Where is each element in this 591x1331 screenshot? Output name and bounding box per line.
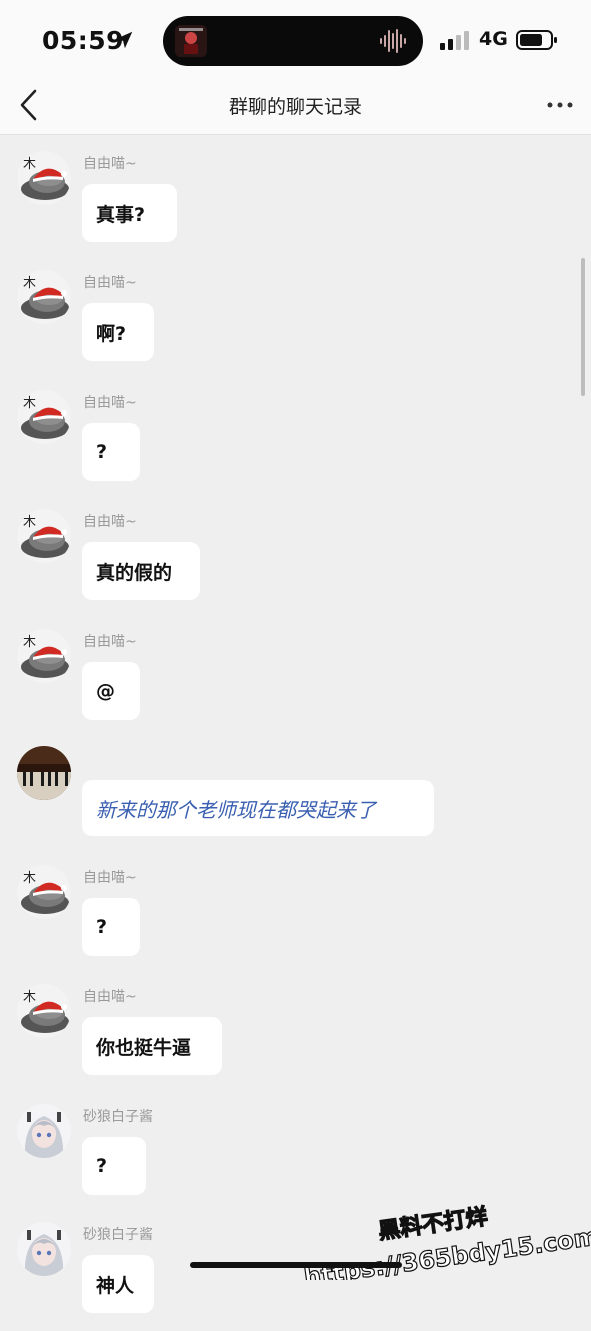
avatar[interactable]	[17, 629, 71, 683]
album-art-icon	[175, 25, 207, 57]
status-time: 05:59	[42, 26, 125, 55]
home-indicator[interactable]	[190, 1262, 402, 1268]
sender-name: 自由喵~	[83, 634, 137, 650]
sender-name: 自由喵~	[83, 870, 137, 886]
sender-name: 自由喵~	[83, 395, 137, 411]
message-bubble[interactable]: ?	[82, 898, 140, 956]
message-row: 自由喵~ 你也挺牛逼	[0, 983, 591, 1093]
avatar[interactable]	[17, 390, 71, 444]
avatar[interactable]	[17, 746, 71, 800]
sender-name: 自由喵~	[83, 275, 137, 291]
watermark-line1: 黑料不打烊	[377, 1204, 490, 1245]
sender-name: 砂狼白子酱	[83, 1109, 153, 1125]
message-row: 自由喵~ 真事?	[0, 150, 591, 260]
message-row: 自由喵~?	[0, 389, 591, 499]
message-row: 自由喵~?	[0, 864, 591, 974]
message-bubble[interactable]: 真事?	[82, 184, 177, 242]
message-bubble[interactable]: 新来的那个老师现在都哭起来了	[82, 780, 434, 836]
avatar[interactable]	[17, 1104, 71, 1158]
avatar[interactable]	[17, 509, 71, 563]
avatar[interactable]	[17, 1222, 71, 1276]
audio-waveform-icon	[380, 29, 406, 53]
message-row: 自由喵~ 真的假的	[0, 508, 591, 618]
message-bubble[interactable]: @	[82, 662, 140, 720]
message-bubble[interactable]: 啊?	[82, 303, 154, 361]
avatar[interactable]	[17, 865, 71, 919]
message-bubble[interactable]: 真的假的	[82, 542, 200, 600]
location-arrow-icon	[115, 31, 133, 49]
avatar[interactable]	[17, 151, 71, 205]
dynamic-island[interactable]	[163, 16, 423, 66]
message-bubble[interactable]: ?	[82, 1137, 146, 1195]
message-bubble[interactable]: ?	[82, 423, 140, 481]
message-row: 自由喵~ @	[0, 628, 591, 738]
avatar[interactable]	[17, 984, 71, 1038]
message-row: 新来的那个老师现在都哭起来了	[0, 746, 591, 858]
signal-bars-icon	[440, 31, 469, 50]
battery-icon	[516, 30, 557, 50]
nav-bar: 群聊的聊天记录	[0, 78, 591, 135]
message-bubble[interactable]: 你也挺牛逼	[82, 1017, 222, 1075]
message-row: 自由喵~ 啊?	[0, 269, 591, 379]
avatar[interactable]	[17, 270, 71, 324]
status-bar: 05:59 4G	[0, 0, 591, 78]
sender-name: 自由喵~	[83, 514, 137, 530]
sender-name: 砂狼白子酱	[83, 1227, 153, 1243]
sender-name: 自由喵~	[83, 989, 137, 1005]
more-horizontal-icon[interactable]	[547, 95, 573, 115]
network-type: 4G	[479, 28, 508, 50]
sender-name: 自由喵~	[83, 156, 137, 172]
message-bubble[interactable]: 神人	[82, 1255, 154, 1313]
page-title: 群聊的聊天记录	[228, 96, 362, 118]
scrollbar[interactable]	[581, 258, 585, 396]
